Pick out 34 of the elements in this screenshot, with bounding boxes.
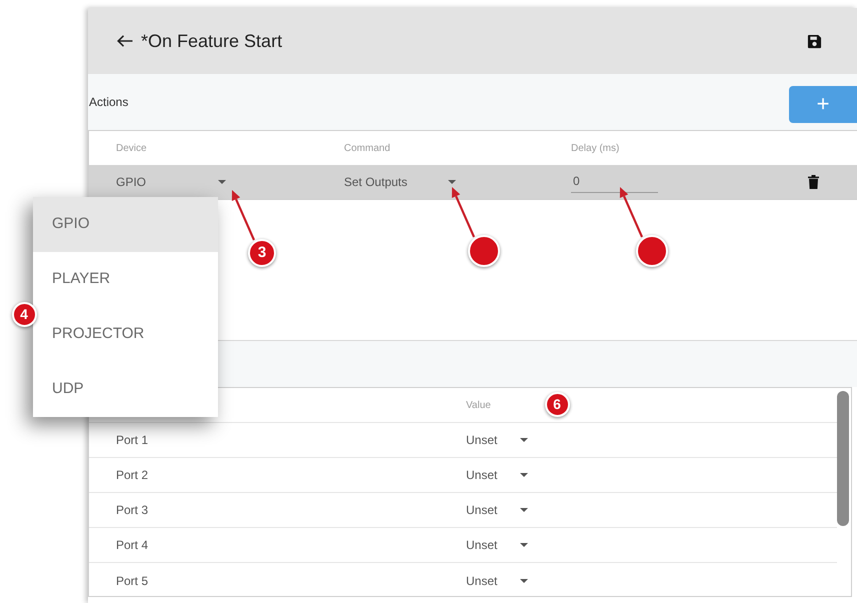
add-button[interactable]: + — [789, 86, 857, 122]
column-header: Delay (ms) — [571, 142, 620, 154]
caret-icon — [520, 543, 528, 547]
caret-icon — [520, 473, 528, 477]
port-cell: Port 4 — [116, 538, 148, 552]
caret-icon — [448, 180, 456, 184]
value-select[interactable]: Unset — [466, 431, 528, 449]
value-select[interactable]: Unset — [466, 501, 528, 519]
column-header: Command — [344, 142, 390, 154]
menu-item[interactable]: GPIO — [33, 197, 218, 252]
value-select[interactable]: Unset — [466, 536, 528, 554]
scrollbar-thumb[interactable] — [837, 391, 849, 526]
caret-icon — [520, 438, 528, 442]
value-select[interactable]: Unset — [466, 466, 528, 484]
menu-item[interactable]: UDP — [33, 362, 218, 417]
column-header: Device — [116, 142, 147, 154]
port-cell: Port 3 — [116, 503, 148, 517]
column-header: Value — [466, 400, 491, 410]
caret-icon — [520, 508, 528, 512]
callout-number: 4 — [12, 302, 36, 326]
port-cell: Port 5 — [116, 574, 148, 588]
device-select[interactable]: GPIO — [116, 173, 226, 191]
arrow-left-icon[interactable] — [117, 35, 133, 47]
caret-icon — [520, 578, 528, 582]
save-icon[interactable] — [807, 34, 822, 48]
value-select[interactable]: Unset — [466, 572, 528, 590]
caret-icon — [218, 180, 226, 184]
port-cell: Port 1 — [116, 433, 148, 447]
table-row[interactable]: GPIO Set Outputs 0 — [89, 165, 857, 199]
port-cell: Port 2 — [116, 468, 148, 482]
section-title: Actions — [88, 94, 128, 111]
trash-icon[interactable] — [808, 175, 819, 189]
command-select[interactable]: Set Outputs — [344, 173, 456, 191]
page-title: *On Feature Start — [141, 30, 282, 52]
